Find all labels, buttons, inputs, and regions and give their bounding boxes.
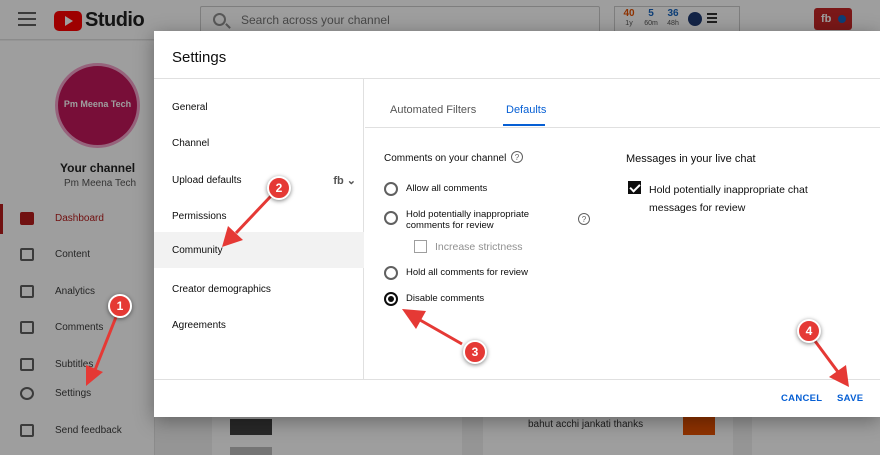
settings-nav: General Channel Upload defaults fb ⌄ Per… [154,79,364,379]
help-icon[interactable]: ? [511,151,523,163]
dialog-title: Settings [172,49,227,66]
divider [365,127,880,128]
save-button[interactable]: SAVE [837,393,863,404]
radio-allow-all-comments[interactable] [384,182,398,196]
settings-nav-general[interactable]: General [154,89,364,125]
checkbox-live-chat-hold[interactable] [628,181,641,194]
settings-nav-community[interactable]: Community [154,232,364,268]
settings-nav-label: Creator demographics [172,284,271,295]
radio-label: Allow all comments [406,183,488,194]
settings-nav-label: Upload defaults [172,175,242,186]
radio-label: Disable comments [406,293,485,304]
radio-label: Hold all comments for review [406,267,528,278]
settings-nav-channel[interactable]: Channel [154,125,364,161]
settings-nav-label: Agreements [172,320,226,331]
live-chat-section-title: Messages in your live chat [626,153,756,165]
settings-nav-label: General [172,102,208,113]
settings-nav-agreements[interactable]: Agreements [154,307,364,343]
settings-nav-label: Community [172,245,223,256]
radio-hold-inappropriate[interactable] [384,211,398,225]
annotation-badge-3: 3 [463,340,487,364]
extension-dropdown-icon[interactable]: fb ⌄ [333,174,356,187]
annotation-badge-4: 4 [797,319,821,343]
annotation-badge-2: 2 [267,176,291,200]
tab-defaults[interactable]: Defaults [506,104,546,134]
checkbox-label: Hold potentially inappropriate chat mess… [649,184,808,214]
radio-label: Hold potentially inappropriate comments … [406,209,530,231]
radio-hold-all-comments[interactable] [384,266,398,280]
settings-nav-label: Permissions [172,211,227,222]
tab-automated-filters[interactable]: Automated Filters [390,104,476,134]
settings-nav-permissions[interactable]: Permissions [154,198,364,234]
cancel-button[interactable]: CANCEL [781,393,822,404]
comments-section-title: Comments on your channel [384,153,507,164]
checkbox-label: Increase strictness [435,241,523,253]
radio-disable-comments[interactable] [384,292,398,306]
help-icon[interactable]: ? [578,213,590,225]
annotation-badge-1: 1 [108,294,132,318]
settings-nav-upload-defaults[interactable]: Upload defaults fb ⌄ [154,162,364,198]
settings-nav-label: Channel [172,138,210,149]
divider [154,379,880,380]
tab-active-indicator [503,124,545,126]
settings-nav-creator-demographics[interactable]: Creator demographics [154,271,364,307]
checkbox-increase-strictness[interactable] [414,240,427,253]
settings-dialog: Settings General Channel Upload defaults… [154,31,880,417]
